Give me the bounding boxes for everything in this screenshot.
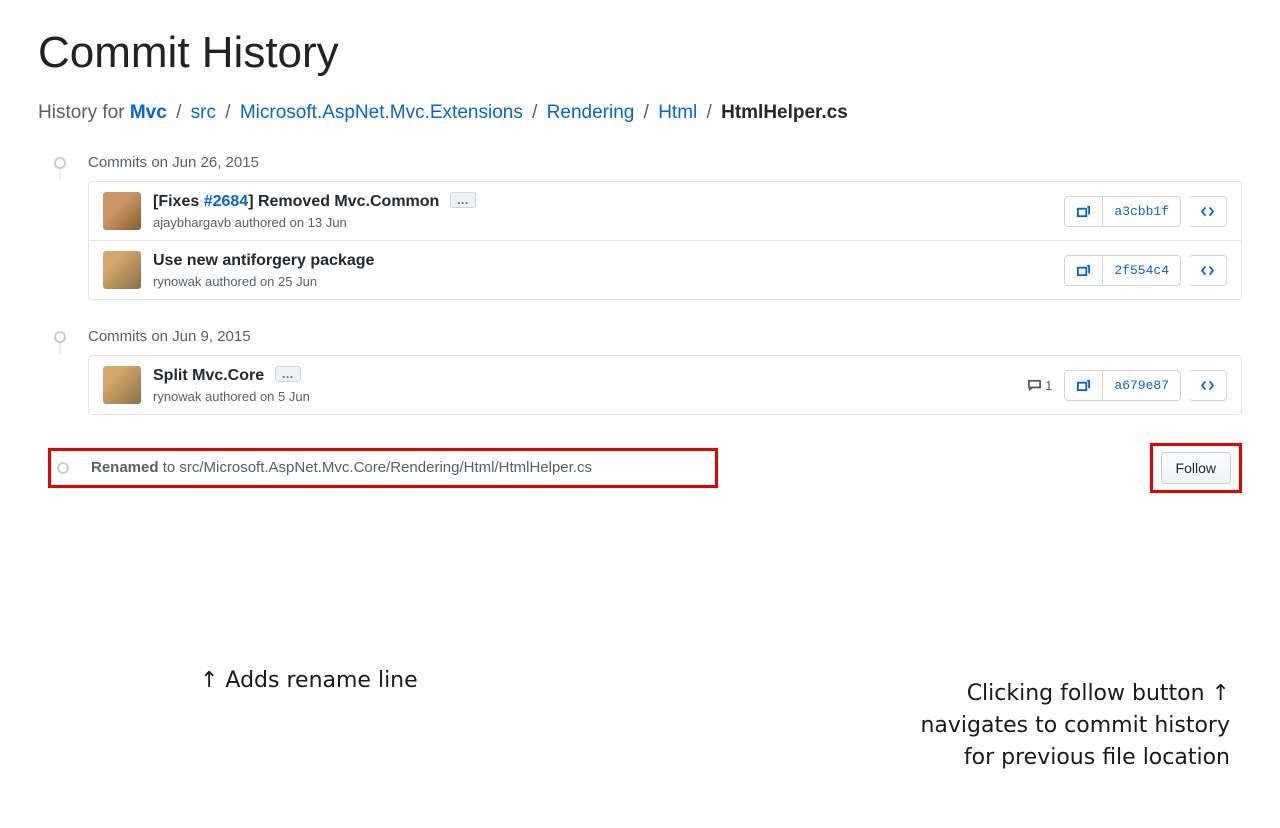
code-icon [1200, 204, 1215, 219]
commit-meta: ajaybhargavb authored on 13 Jun [153, 215, 1064, 230]
comment-count[interactable]: 1 [1027, 378, 1052, 393]
breadcrumb-link[interactable]: Rendering [547, 102, 635, 123]
rename-line: Renamed to src/Microsoft.AspNet.Mvc.Core… [48, 448, 718, 488]
commit-meta: rynowak authored on 25 Jun [153, 274, 1064, 289]
browse-code-button[interactable] [1189, 370, 1227, 401]
browse-code-button[interactable] [1189, 255, 1227, 286]
clipboard-icon [1076, 263, 1091, 278]
browse-code-button[interactable] [1189, 196, 1227, 227]
page-title: Commit History [38, 28, 1280, 78]
annotation-follow: Clicking follow button ↑ navigates to co… [920, 678, 1230, 774]
commit-row: Use new antiforgery package rynowak autho… [89, 240, 1241, 299]
follow-button[interactable]: Follow [1161, 452, 1231, 484]
commit-title[interactable]: Split Mvc.Core … [153, 366, 1027, 387]
commit-list: Split Mvc.Core … rynowak authored on 5 Ju… [88, 355, 1242, 415]
breadcrumb-link[interactable]: Html [658, 102, 697, 123]
breadcrumb-separator: / [527, 102, 543, 123]
breadcrumb-separator: / [638, 102, 654, 123]
rename-label: Renamed [91, 459, 159, 476]
commit-title[interactable]: [Fixes #2684] Removed Mvc.Common … [153, 192, 1064, 213]
timeline-marker-icon [54, 331, 66, 343]
breadcrumb-separator: / [220, 102, 236, 123]
commit-list: [Fixes #2684] Removed Mvc.Common … ajaybh… [88, 181, 1242, 300]
timeline-marker-icon [54, 157, 66, 169]
commit-meta: rynowak authored on 5 Jun [153, 389, 1027, 404]
expand-message-button[interactable]: … [275, 366, 301, 382]
copy-sha-button[interactable] [1064, 196, 1103, 227]
avatar[interactable] [103, 366, 141, 404]
avatar[interactable] [103, 251, 141, 289]
expand-message-button[interactable]: … [450, 192, 476, 208]
commit-row: Split Mvc.Core … rynowak authored on 5 Ju… [89, 356, 1241, 414]
commit-row: [Fixes #2684] Removed Mvc.Common … ajaybh… [89, 182, 1241, 240]
commit-sha-link[interactable]: 2f554c4 [1103, 255, 1181, 286]
annotation-rename: ↑ Adds rename line [200, 668, 418, 693]
copy-sha-button[interactable] [1064, 370, 1103, 401]
breadcrumb-separator: / [171, 102, 187, 123]
clipboard-icon [1076, 204, 1091, 219]
avatar[interactable] [103, 192, 141, 230]
breadcrumb-link[interactable]: Microsoft.AspNet.Mvc.Extensions [240, 102, 523, 123]
code-icon [1200, 263, 1215, 278]
commit-group-heading: Commits on Jun 26, 2015 [88, 154, 1242, 171]
commit-sha-link[interactable]: a679e87 [1103, 370, 1181, 401]
breadcrumb-prefix: History for [38, 102, 130, 123]
breadcrumb-final: HtmlHelper.cs [721, 102, 848, 123]
commit-sha-link[interactable]: a3cbb1f [1103, 196, 1181, 227]
breadcrumb-link[interactable]: src [191, 102, 216, 123]
commit-title[interactable]: Use new antiforgery package [153, 251, 1064, 272]
copy-sha-button[interactable] [1064, 255, 1103, 286]
breadcrumb-link[interactable]: Mvc [130, 102, 167, 123]
issue-link[interactable]: #2684 [204, 193, 249, 210]
clipboard-icon [1076, 378, 1091, 393]
comment-icon [1027, 378, 1042, 393]
breadcrumb: History for Mvc / src / Microsoft.AspNet… [38, 102, 1242, 124]
rename-path: to src/Microsoft.AspNet.Mvc.Core/Renderi… [159, 459, 592, 476]
code-icon [1200, 378, 1215, 393]
timeline-marker-icon [57, 462, 69, 474]
follow-highlight: Follow [1150, 443, 1242, 493]
commit-group-heading: Commits on Jun 9, 2015 [88, 328, 1242, 345]
breadcrumb-separator: / [701, 102, 717, 123]
